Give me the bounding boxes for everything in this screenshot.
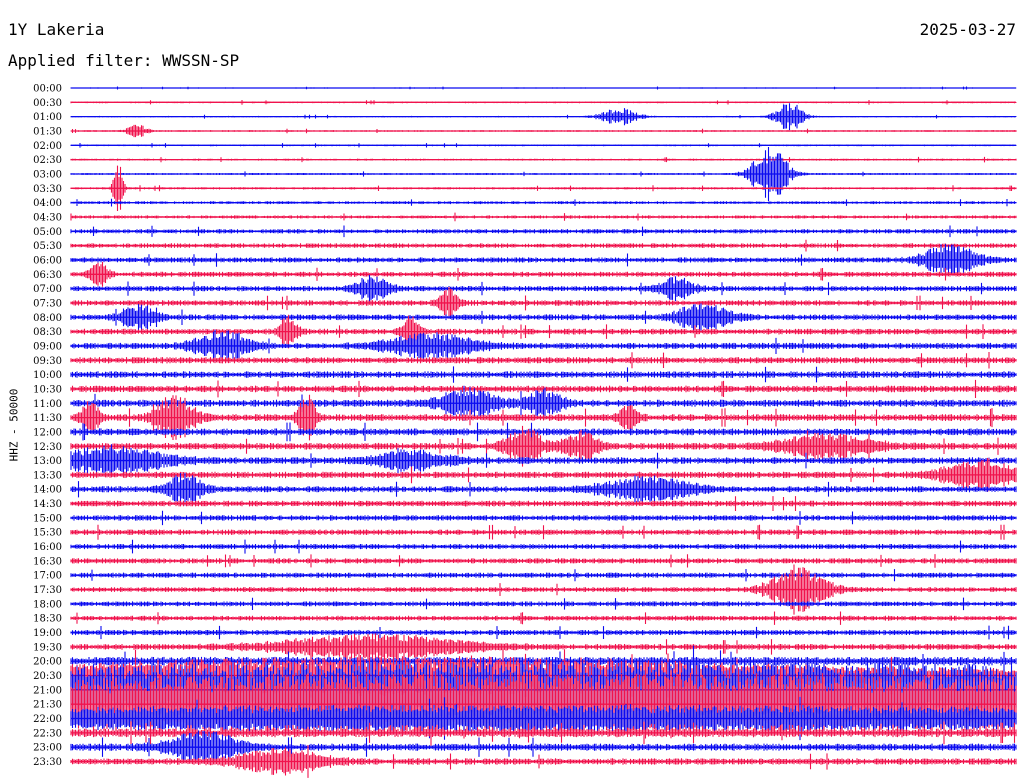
tick-label-1600: 16:00: [33, 542, 62, 553]
tick-label-0030: 00:30: [33, 98, 62, 109]
tick-label-0430: 04:30: [33, 212, 62, 223]
tick-label-2230: 22:30: [33, 728, 62, 739]
tick-label-1200: 12:00: [33, 427, 62, 438]
helicorder-plot: 00:00 00:30 01:00 01:30 02:00 02:30 03:00 03:30…: [33, 84, 1017, 778]
tick-label-1630: 16:30: [33, 556, 62, 567]
tick-label-0230: 02:30: [33, 155, 62, 166]
tick-label-0600: 06:00: [33, 255, 62, 266]
tick-label-2030: 20:30: [33, 671, 62, 682]
tick-label-1230: 12:30: [33, 442, 62, 453]
tick-label-0130: 01:30: [33, 126, 62, 137]
tick-label-2200: 22:00: [33, 714, 62, 725]
tick-label-0330: 03:30: [33, 184, 62, 195]
tick-label-1130: 11:30: [33, 413, 62, 424]
tick-label-0000: 00:00: [33, 84, 62, 95]
tick-label-1930: 19:30: [33, 642, 62, 653]
tick-label-0630: 06:30: [33, 270, 62, 281]
tick-label-0830: 08:30: [33, 327, 62, 338]
tick-label-1300: 13:00: [33, 456, 62, 467]
tick-label-1430: 14:30: [33, 499, 62, 510]
tick-label-2300: 23:00: [33, 743, 62, 754]
tick-label-0700: 07:00: [33, 284, 62, 295]
tick-label-1900: 19:00: [33, 628, 62, 639]
tick-label-0930: 09:30: [33, 356, 62, 367]
tick-label-0730: 07:30: [33, 298, 62, 309]
tick-label-1830: 18:30: [33, 614, 62, 625]
tick-label-2000: 20:00: [33, 657, 62, 668]
tick-label-1800: 18:00: [33, 599, 62, 610]
tick-label-1330: 13:30: [33, 470, 62, 481]
tick-label-0800: 08:00: [33, 313, 62, 324]
tick-label-1700: 17:00: [33, 571, 62, 582]
tick-label-0900: 09:00: [33, 341, 62, 352]
time-tick-labels: 00:00 00:30 01:00 01:30 02:00 02:30 03:00 03:30…: [33, 84, 62, 769]
tick-label-0100: 01:00: [33, 112, 62, 123]
tick-label-1500: 15:00: [33, 513, 62, 524]
trace-lines: [70, 86, 1017, 778]
tick-label-2100: 21:00: [33, 685, 62, 696]
tick-label-0500: 05:00: [33, 227, 62, 238]
tick-label-0530: 05:30: [33, 241, 62, 252]
tick-label-2330: 23:30: [33, 757, 62, 768]
tick-label-1530: 15:30: [33, 528, 62, 539]
tick-label-2130: 21:30: [33, 700, 62, 711]
tick-label-1400: 14:00: [33, 485, 62, 496]
tick-label-0300: 03:00: [33, 169, 62, 180]
tick-label-1030: 10:30: [33, 384, 62, 395]
tick-label-0200: 02:00: [33, 141, 62, 152]
tick-label-1000: 10:00: [33, 370, 62, 381]
tick-label-1730: 17:30: [33, 585, 62, 596]
tick-label-1100: 11:00: [33, 399, 62, 410]
tick-label-0400: 04:00: [33, 198, 62, 209]
